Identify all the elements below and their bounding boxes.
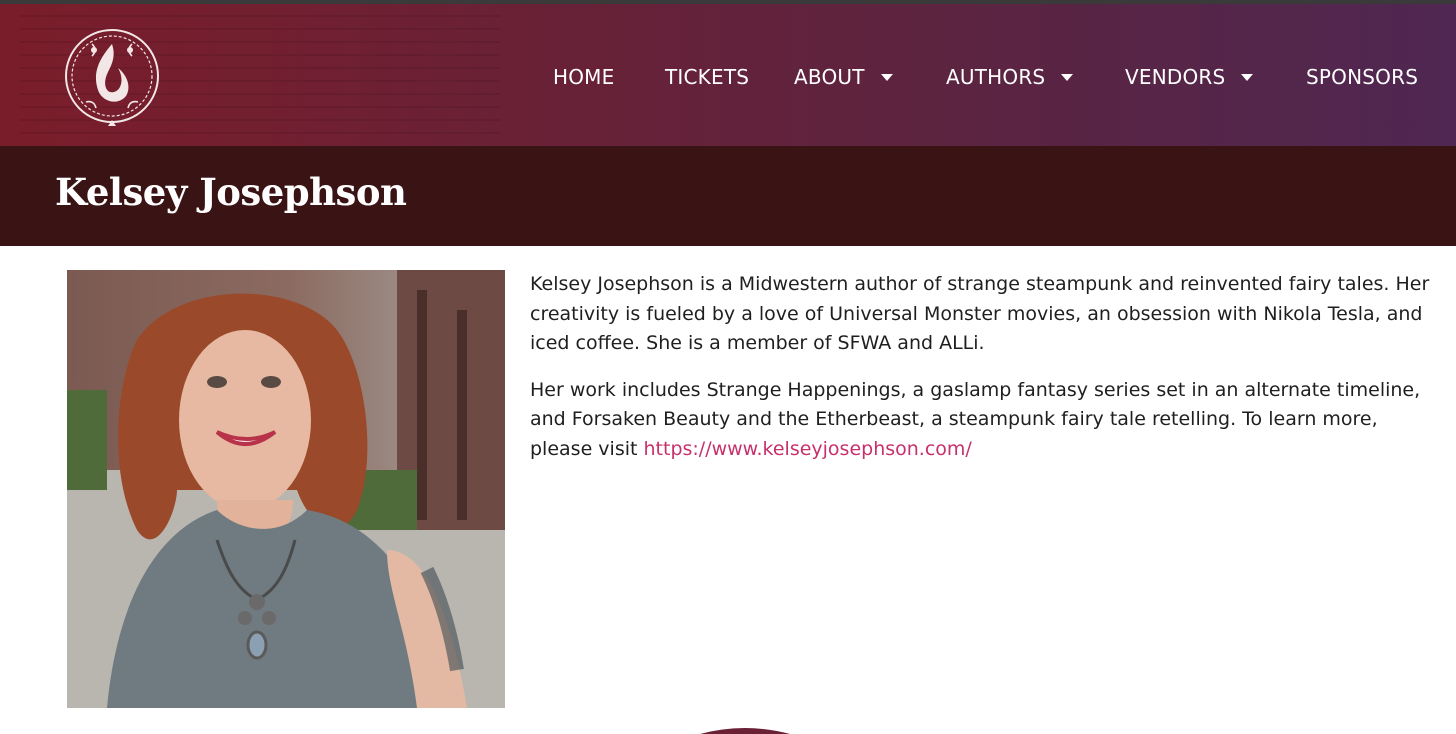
nav-authors-label: AUTHORS	[946, 65, 1046, 89]
nav-tickets[interactable]: TICKETS	[665, 62, 749, 92]
nav-vendors[interactable]: VENDORS	[1125, 62, 1254, 92]
nav-about-label: ABOUT	[794, 65, 865, 89]
author-portrait-photo	[67, 270, 505, 708]
nav-about[interactable]: ABOUT	[794, 62, 893, 92]
page-title: Kelsey Josephson	[55, 170, 407, 214]
author-website-link[interactable]: https://www.kelseyjosephson.com/	[644, 438, 972, 460]
bio-paragraph-1: Kelsey Josephson is a Midwestern author …	[530, 273, 1430, 354]
site-header: HOME TICKETS ABOUT AUTHORS VENDORS SPONS…	[0, 4, 1456, 146]
page-title-bar: Kelsey Josephson	[0, 146, 1456, 246]
nav-sponsors[interactable]: SPONSORS	[1306, 62, 1418, 92]
nav-tickets-label: TICKETS	[665, 65, 750, 89]
chevron-down-icon[interactable]	[1241, 73, 1254, 81]
nav-home-label: HOME	[553, 65, 615, 89]
chevron-down-icon[interactable]	[1061, 73, 1074, 81]
chevron-down-icon[interactable]	[880, 73, 893, 81]
main-navigation: HOME TICKETS ABOUT AUTHORS VENDORS SPONS…	[0, 4, 1456, 146]
nav-vendors-label: VENDORS	[1125, 65, 1226, 89]
nav-home[interactable]: HOME	[553, 62, 614, 92]
nav-authors[interactable]: AUTHORS	[946, 62, 1074, 92]
bio-paragraph-2: Her work includes Strange Happenings, a …	[530, 376, 1440, 465]
nav-sponsors-label: SPONSORS	[1306, 65, 1419, 89]
section-divider-ornament	[700, 728, 790, 734]
author-bio: Kelsey Josephson is a Midwestern author …	[530, 270, 1440, 481]
